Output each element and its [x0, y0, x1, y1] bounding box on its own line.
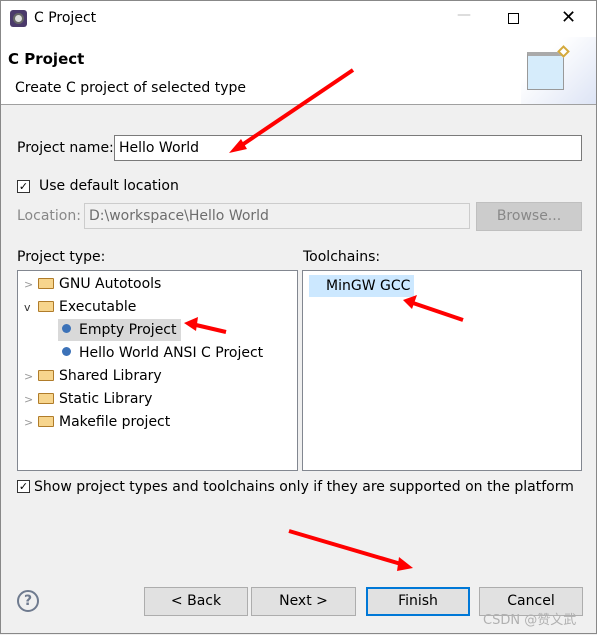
annotation-arrows	[184, 68, 464, 571]
arrow-to-finish	[288, 529, 402, 566]
arrow-to-mingw-gcc	[412, 301, 464, 322]
arrow-to-project-name	[237, 68, 355, 149]
arrow-to-empty-project	[195, 323, 227, 334]
dialog-window: C Project — ✕ C Project Create C project…	[0, 0, 597, 634]
